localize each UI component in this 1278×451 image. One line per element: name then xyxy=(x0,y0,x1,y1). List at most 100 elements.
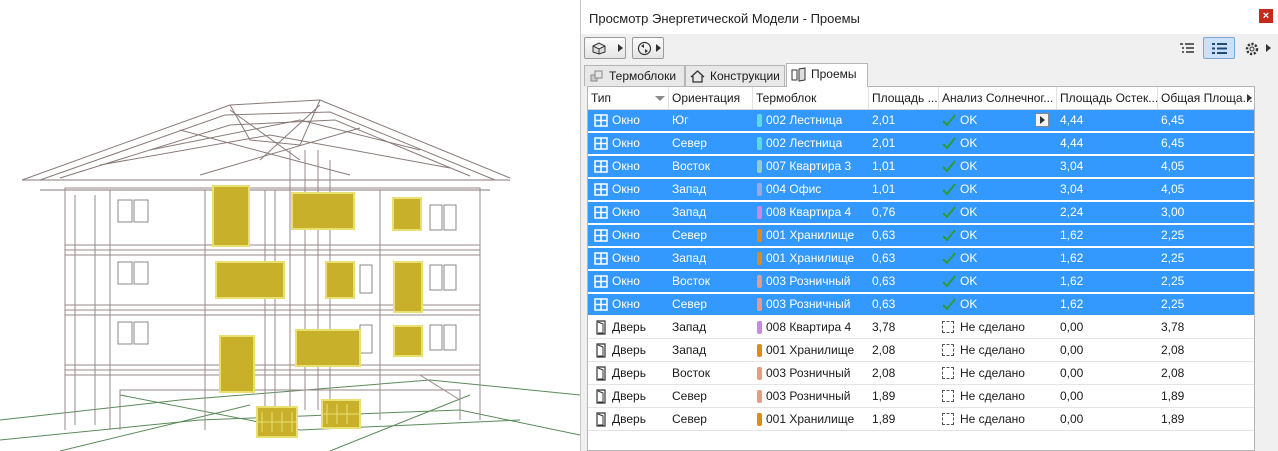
dropdown-arrow-icon xyxy=(1266,44,1271,52)
door-icon xyxy=(596,412,606,427)
cell-solar-analysis: OK xyxy=(960,182,978,196)
tree-view-button[interactable] xyxy=(1173,37,1199,59)
arrow-right-icon xyxy=(1040,116,1045,124)
ok-check-icon xyxy=(942,137,956,150)
tree-view-icon xyxy=(1180,43,1194,53)
title-bar[interactable]: Просмотр Энергетической Модели - Проемы … xyxy=(581,0,1278,34)
cell-orientation: Север xyxy=(672,389,707,403)
table-row[interactable]: Окно Запад 001 Хранилище 0,63 OK 1,62 2,25 xyxy=(588,248,1254,270)
tab-strip: Термоблоки Конструкции Проемы xyxy=(581,62,1278,87)
table-row[interactable]: Дверь Север 003 Розничный 1,89 Не сделано 0,0… xyxy=(588,386,1254,408)
cell-total-area: 3,00 xyxy=(1161,205,1185,219)
column-header-thermal-block[interactable]: Термоблок xyxy=(753,87,869,109)
cell-area: 2,01 xyxy=(872,113,896,127)
table-row[interactable]: Окно Восток 007 Квартира 3 1,01 OK 3,04 4,05 xyxy=(588,156,1254,178)
cell-orientation: Восток xyxy=(672,274,710,288)
cell-glazed-area: 4,44 xyxy=(1060,113,1084,127)
cell-total-area: 3,78 xyxy=(1161,320,1185,334)
cell-solar-analysis: OK xyxy=(960,159,978,173)
solar-analysis-menu-button[interactable] xyxy=(1035,113,1049,127)
thermal-block-color-swatch xyxy=(757,344,762,357)
cell-glazed-area: 4,44 xyxy=(1060,136,1084,150)
3d-model-viewport[interactable] xyxy=(0,0,580,451)
table-row[interactable]: Окно Север 003 Розничный 0,63 OK 1,62 2,25 xyxy=(588,294,1254,316)
door-icon xyxy=(596,320,606,335)
tab-label: Термоблоки xyxy=(609,69,677,83)
cell-solar-analysis: Не сделано xyxy=(960,320,1025,334)
table-row[interactable]: Дверь Запад 001 Хранилище 2,08 Не сделано 0,0… xyxy=(588,340,1254,362)
cell-thermal-block: 001 Хранилище xyxy=(766,343,855,357)
settings-button[interactable] xyxy=(1240,37,1274,59)
cell-total-area: 4,05 xyxy=(1161,159,1185,173)
vertical-scrollbar[interactable] xyxy=(1260,86,1278,451)
cell-orientation: Юг xyxy=(672,113,689,127)
list-view-button[interactable] xyxy=(1203,37,1235,59)
cell-area: 0,63 xyxy=(872,228,896,242)
table-row[interactable]: Окно Восток 003 Розничный 0,63 OK 1,62 2,25 xyxy=(588,271,1254,293)
dropdown-arrow-icon xyxy=(656,44,661,52)
tab-structures[interactable]: Конструкции xyxy=(685,65,785,86)
column-header-area[interactable]: Площадь ... xyxy=(869,87,939,109)
cell-solar-analysis: OK xyxy=(960,251,978,265)
table-row[interactable]: Окно Север 002 Лестница 2,01 OK 4,44 6,45 xyxy=(588,133,1254,155)
cell-orientation: Восток xyxy=(672,366,710,380)
ok-check-icon xyxy=(942,206,956,219)
column-header-glazed-area[interactable]: Площадь Остек... xyxy=(1057,87,1158,109)
table-row[interactable]: Дверь Север 001 Хранилище 1,89 Не сделано 0,0… xyxy=(588,409,1254,431)
cell-glazed-area: 0,00 xyxy=(1060,343,1084,357)
refresh-icon xyxy=(637,41,652,56)
table-row[interactable]: Дверь Запад 008 Квартира 4 3,78 Не сделано 0,… xyxy=(588,317,1254,339)
cell-thermal-block: 001 Хранилище xyxy=(766,251,855,265)
table-row[interactable]: Окно Юг 002 Лестница 2,01 OK 4,44 6,45 xyxy=(588,110,1254,132)
cell-total-area: 2,25 xyxy=(1161,228,1185,242)
not-done-icon xyxy=(942,367,954,379)
cell-area: 3,78 xyxy=(872,320,896,334)
close-button[interactable]: × xyxy=(1259,9,1273,23)
toolbar xyxy=(581,34,1278,62)
column-header-label: Термоблок xyxy=(756,91,817,105)
cell-type: Окно xyxy=(612,182,640,196)
tab-thermal-blocks[interactable]: Термоблоки xyxy=(584,65,685,86)
cell-thermal-block: 002 Лестница xyxy=(766,136,843,150)
cell-solar-analysis: OK xyxy=(960,205,978,219)
cell-solar-analysis: OK xyxy=(960,274,978,288)
table-row[interactable]: Окно Запад 008 Квартира 4 0,76 OK 2,24 3,00 xyxy=(588,202,1254,224)
cell-type: Окно xyxy=(612,113,640,127)
cell-glazed-area: 1,62 xyxy=(1060,274,1084,288)
settings-gear-icon xyxy=(1245,42,1259,56)
cell-solar-analysis: OK xyxy=(960,136,978,150)
cell-thermal-block: 004 Офис xyxy=(766,182,822,196)
tab-openings[interactable]: Проемы xyxy=(786,63,868,87)
cell-glazed-area: 2,24 xyxy=(1060,205,1084,219)
table-row[interactable]: Дверь Восток 003 Розничный 2,08 Не сделано 0,… xyxy=(588,363,1254,385)
cell-orientation: Север xyxy=(672,412,707,426)
cell-total-area: 6,45 xyxy=(1161,136,1185,150)
column-header-total-area[interactable]: Общая Площа... xyxy=(1158,87,1254,109)
tab-label: Проемы xyxy=(811,67,857,81)
cell-total-area: 6,45 xyxy=(1161,113,1185,127)
cell-thermal-block: 007 Квартира 3 xyxy=(766,159,852,173)
column-header-solar-analysis[interactable]: Анализ Солнечног... xyxy=(939,87,1057,109)
cell-orientation: Запад xyxy=(672,320,707,334)
window-icon xyxy=(594,275,608,288)
cell-glazed-area: 1,62 xyxy=(1060,251,1084,265)
table-row[interactable]: Окно Север 001 Хранилище 0,63 OK 1,62 2,25 xyxy=(588,225,1254,247)
model-3d-button[interactable] xyxy=(584,37,626,59)
model-3d-icon xyxy=(592,42,606,55)
cell-type: Дверь xyxy=(612,412,646,426)
ok-check-icon xyxy=(942,275,956,288)
table-row[interactable]: Окно Запад 004 Офис 1,01 OK 3,04 4,05 xyxy=(588,179,1254,201)
sort-desc-icon xyxy=(655,96,665,101)
list-view-icon xyxy=(1212,43,1227,54)
column-header-type[interactable]: Тип xyxy=(588,87,669,109)
cell-orientation: Север xyxy=(672,228,707,242)
cell-solar-analysis: OK xyxy=(960,297,978,311)
column-header-label: Тип xyxy=(591,91,612,105)
refresh-button[interactable] xyxy=(632,37,664,59)
cell-orientation: Запад xyxy=(672,343,707,357)
not-done-icon xyxy=(942,321,954,333)
thermal-block-color-swatch xyxy=(757,298,762,311)
more-columns-arrow-icon[interactable] xyxy=(1247,94,1252,102)
column-header-orientation[interactable]: Ориентация xyxy=(669,87,753,109)
column-header-label: Анализ Солнечног... xyxy=(942,91,1054,105)
